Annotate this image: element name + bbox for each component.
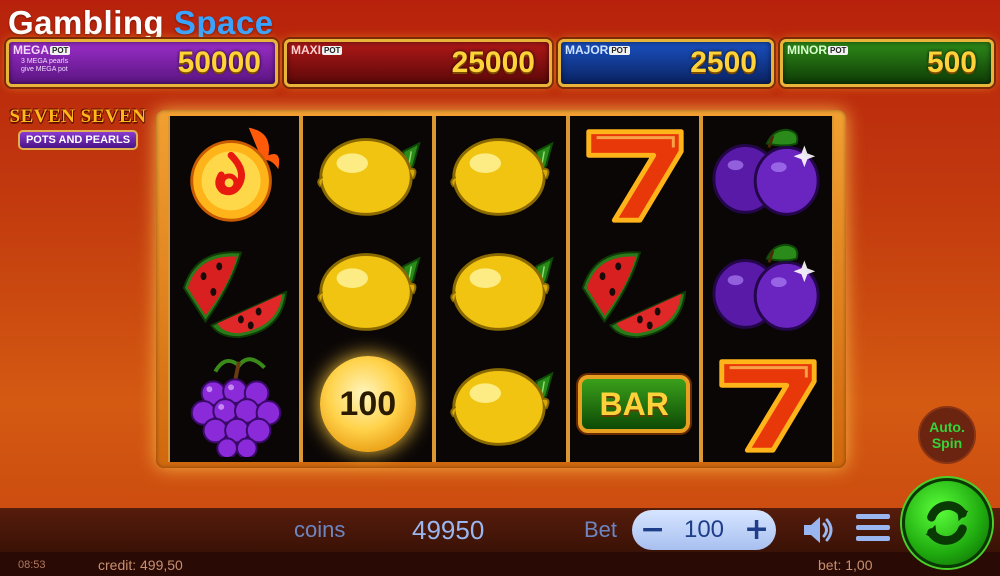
jackpot-maxi: MAXI POT 25000 bbox=[284, 39, 552, 87]
symbol-fireball bbox=[170, 116, 299, 231]
jackpot-major-tag: POT bbox=[609, 45, 630, 55]
coin-value: 100 bbox=[339, 384, 397, 423]
spin-button[interactable] bbox=[902, 478, 992, 568]
symbol-lemon bbox=[436, 347, 565, 462]
symbol-watermelon bbox=[170, 231, 299, 346]
bet-label: Bet bbox=[584, 517, 618, 542]
seven-icon bbox=[586, 128, 684, 223]
plum-icon bbox=[712, 243, 820, 331]
grapes-icon bbox=[190, 357, 281, 458]
auto-spin-line1: Auto. bbox=[929, 419, 965, 435]
bet-stepper: − 100 + bbox=[632, 510, 776, 550]
symbol-lemon bbox=[436, 231, 565, 346]
watermelon-icon bbox=[581, 251, 687, 339]
jackpot-major: MAJOR POT 2500 bbox=[558, 39, 774, 87]
reel-1 bbox=[168, 116, 302, 462]
symbol-grapes bbox=[170, 347, 299, 462]
reel-4: BAR bbox=[567, 116, 701, 462]
reels-grid: 100 BAR bbox=[168, 116, 834, 462]
jackpot-mega-value: 50000 bbox=[177, 46, 261, 79]
watermark-part2: Space bbox=[173, 4, 274, 41]
symbol-lemon bbox=[436, 116, 565, 231]
watermark-part1: Gambling bbox=[8, 4, 165, 41]
plum-icon bbox=[712, 128, 820, 216]
symbol-coin: 100 bbox=[303, 347, 432, 462]
watermelon-icon bbox=[182, 251, 287, 339]
symbol-plum bbox=[703, 116, 832, 231]
bet-increase-button[interactable]: + bbox=[744, 515, 769, 545]
menu-icon[interactable] bbox=[856, 514, 890, 546]
coins-value: 49950 bbox=[412, 515, 485, 545]
coins-label: coins bbox=[294, 517, 346, 542]
jackpot-minor-name: MINOR bbox=[787, 43, 827, 57]
jackpot-mega-name: MEGA bbox=[13, 43, 49, 57]
jackpot-mega-tag: POT bbox=[50, 45, 71, 55]
jackpot-minor-value: 500 bbox=[926, 46, 977, 79]
lemon-icon bbox=[317, 137, 421, 216]
bet-value: 100 bbox=[683, 516, 725, 543]
symbol-seven bbox=[703, 347, 832, 462]
seven-icon bbox=[719, 359, 818, 453]
lemon-icon bbox=[317, 253, 421, 331]
auto-spin-line2: Spin bbox=[931, 435, 963, 451]
bet-readout: bet: 1,00 bbox=[818, 557, 873, 573]
jackpot-major-name: MAJOR bbox=[565, 43, 609, 57]
reel-5 bbox=[700, 116, 834, 462]
jackpot-mega-note: 3 MEGA pearls give MEGA pot bbox=[21, 58, 68, 74]
bottom-control-bar bbox=[0, 508, 1000, 552]
lemon-icon bbox=[450, 253, 554, 331]
bet-decrease-button[interactable]: − bbox=[640, 515, 665, 545]
symbol-lemon bbox=[303, 116, 432, 231]
lemon-icon bbox=[450, 137, 554, 216]
jackpot-major-value: 2500 bbox=[690, 46, 757, 79]
bar-label: BAR bbox=[599, 385, 669, 422]
symbol-plum bbox=[703, 231, 832, 346]
symbol-bar: BAR bbox=[570, 347, 699, 462]
auto-spin-button[interactable]: Auto. Spin bbox=[918, 406, 976, 464]
game-logo: SEVEN SEVEN POTS AND PEARLS bbox=[8, 106, 148, 150]
jackpot-mega-note-line1: 3 MEGA pearls bbox=[21, 58, 69, 65]
symbol-lemon bbox=[303, 231, 432, 346]
fireball-icon bbox=[189, 127, 279, 222]
reel-2: 100 bbox=[301, 116, 435, 462]
sound-icon[interactable] bbox=[800, 512, 836, 548]
jackpot-maxi-name: MAXI bbox=[291, 43, 321, 57]
reels-frame: 100 BAR bbox=[156, 110, 846, 468]
jackpot-maxi-tag: POT bbox=[322, 45, 343, 55]
refresh-arrows-icon bbox=[925, 501, 969, 545]
jackpot-minor: MINOR POT 500 bbox=[780, 39, 994, 87]
jackpot-minor-tag: POT bbox=[828, 45, 849, 55]
game-logo-title: SEVEN SEVEN bbox=[9, 106, 147, 127]
symbol-watermelon bbox=[570, 231, 699, 346]
symbol-seven bbox=[570, 116, 699, 231]
clock-time: 08:53 bbox=[18, 559, 46, 571]
reel-3 bbox=[434, 116, 568, 462]
gambling-space-watermark: Gambling Space bbox=[8, 4, 274, 42]
jackpot-maxi-value: 25000 bbox=[451, 46, 535, 79]
jackpot-mega: MEGA POT 3 MEGA pearls give MEGA pot 5000… bbox=[6, 39, 278, 87]
credit-readout: credit: 499,50 bbox=[98, 557, 183, 573]
game-logo-subtitle: POTS AND PEARLS bbox=[17, 130, 139, 150]
lemon-icon bbox=[450, 368, 554, 447]
jackpot-mega-note-line2: give MEGA pot bbox=[21, 66, 68, 73]
